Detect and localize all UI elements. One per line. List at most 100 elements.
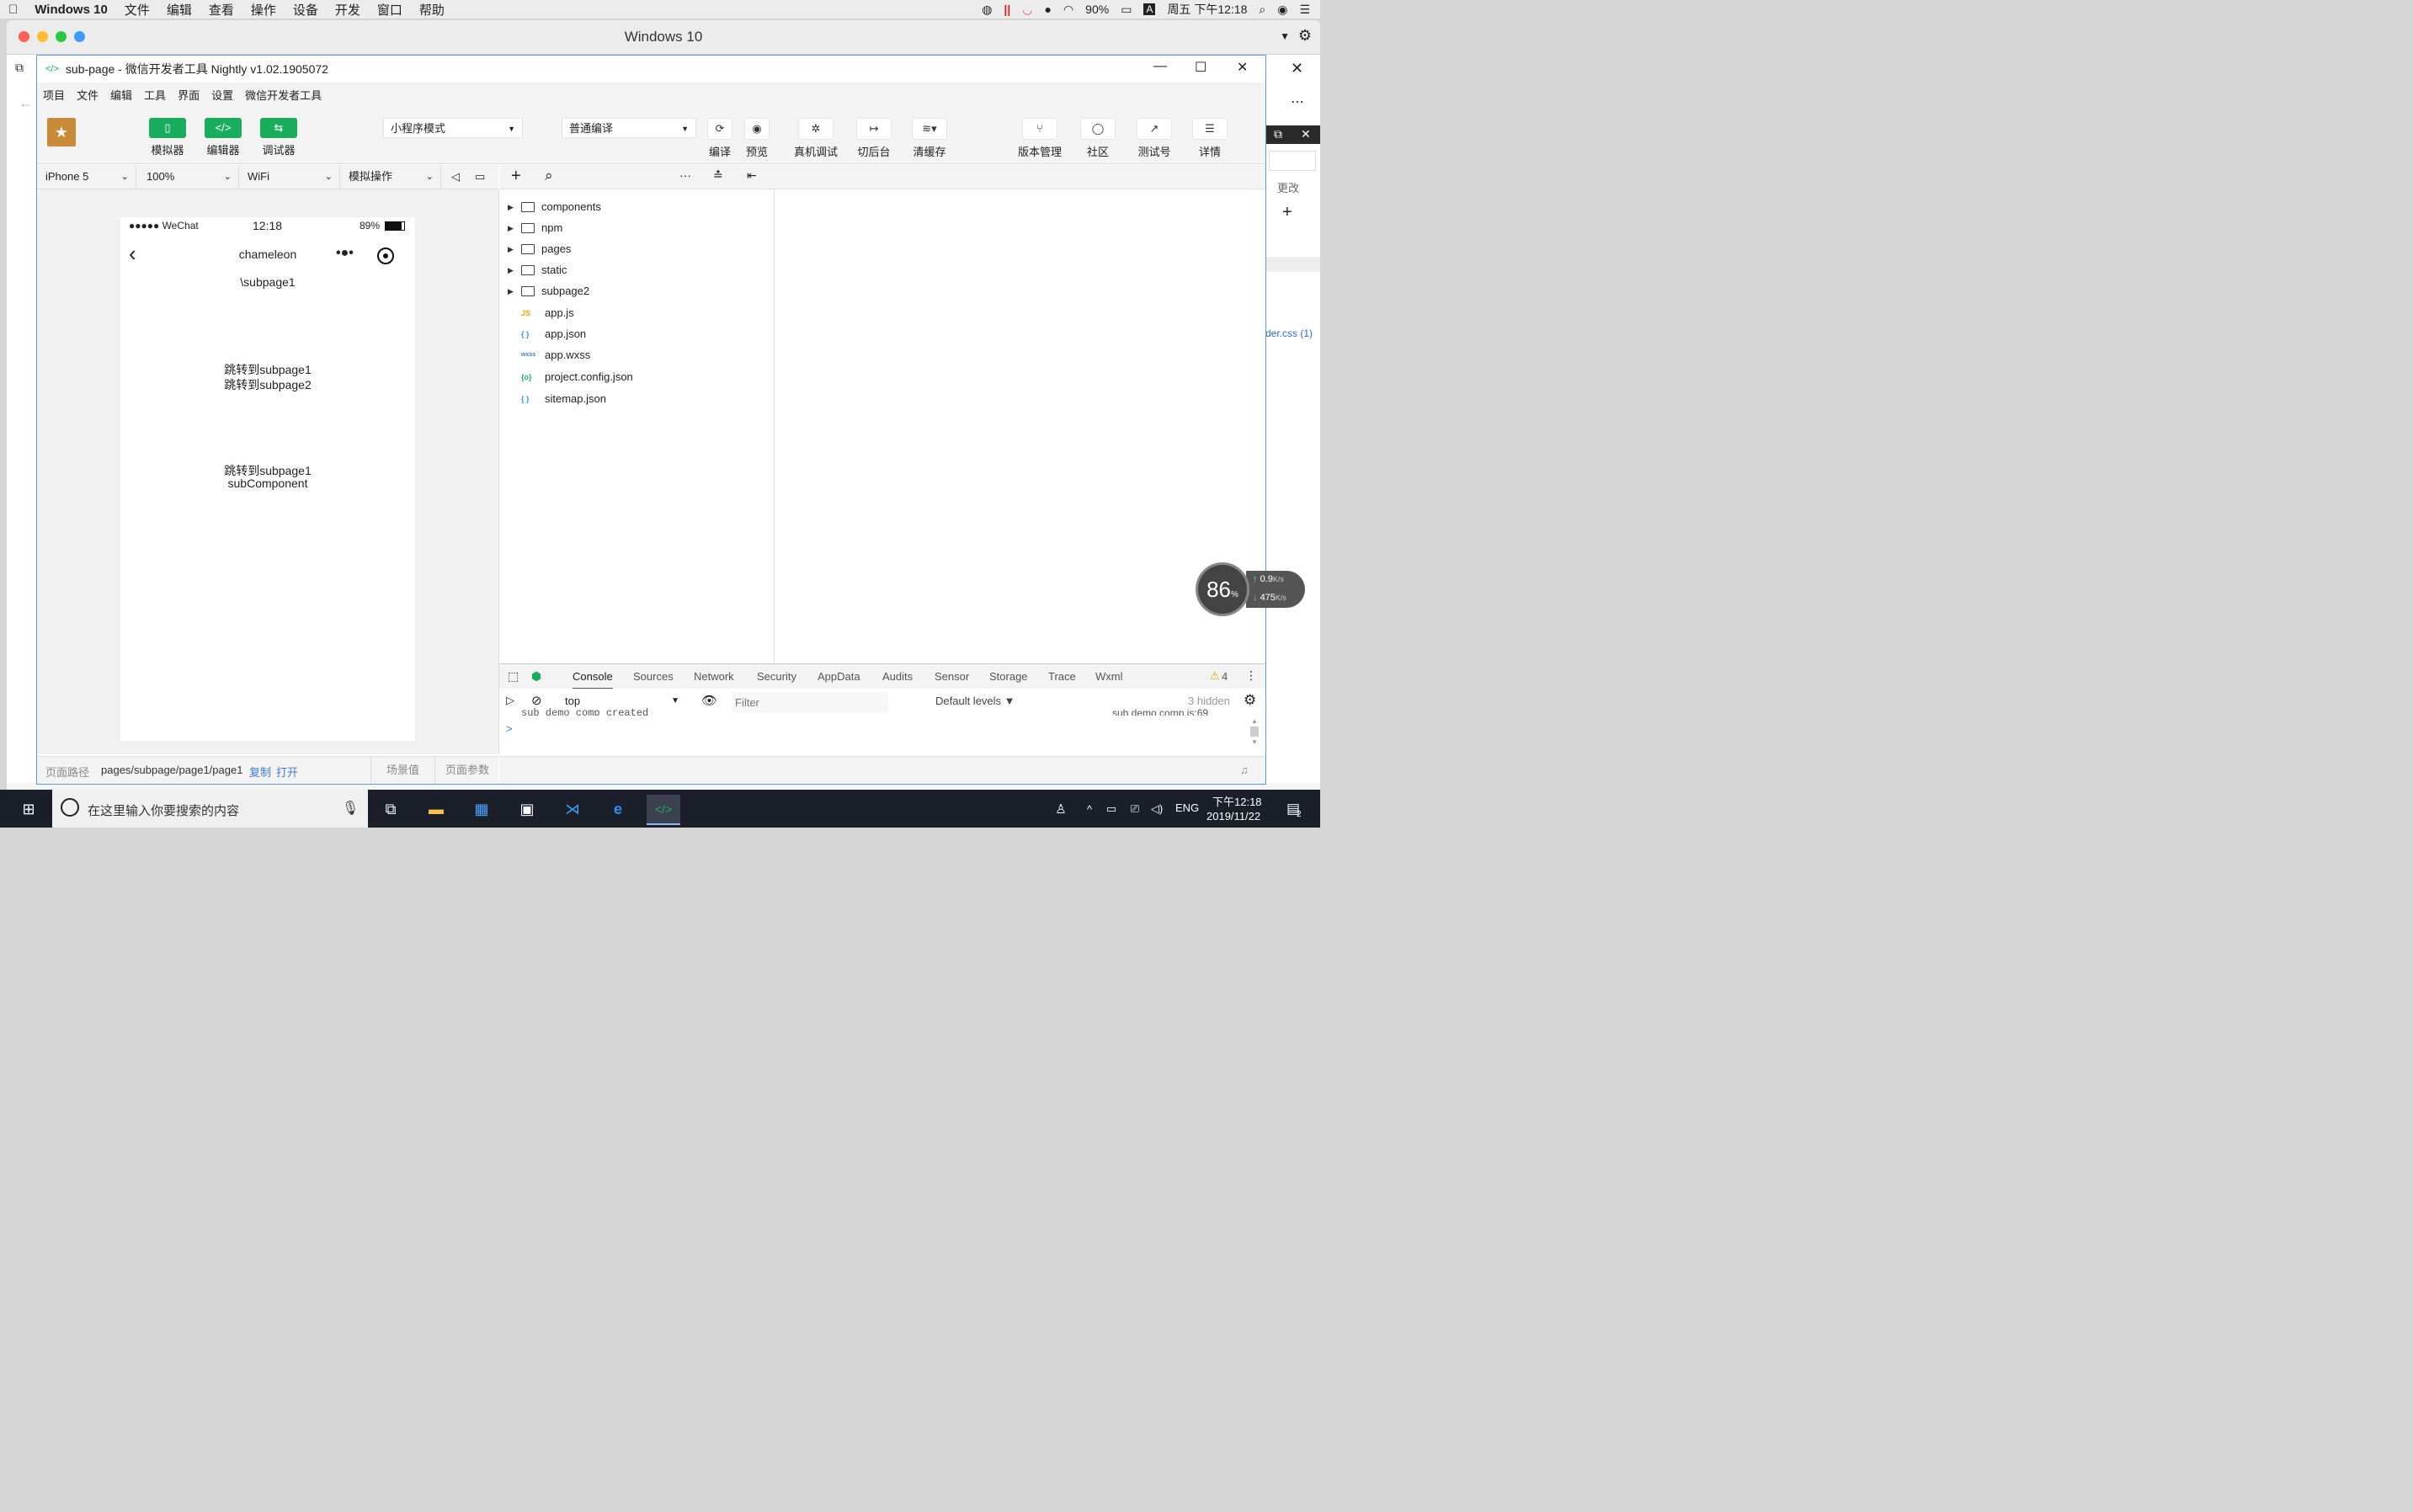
zoom-select[interactable]: 100% ⌄ bbox=[138, 165, 239, 189]
vm-dropdown-icon[interactable]: ▼ bbox=[1280, 30, 1290, 42]
device-select[interactable]: iPhone 5 ⌄ bbox=[37, 165, 136, 189]
log-source-link[interactable]: sub demo comp.js:69 bbox=[1112, 707, 1208, 716]
wechat-status-icon[interactable]: ◍ bbox=[982, 3, 992, 17]
sidebar-toggle-icon[interactable]: ▷ bbox=[506, 694, 514, 707]
compile-button[interactable]: ⟳ 编译 bbox=[701, 118, 738, 159]
tab-sensor[interactable]: Sensor bbox=[935, 664, 969, 689]
battery-icon[interactable]: ▭ bbox=[1121, 3, 1132, 17]
bg-restore-icon[interactable]: ⧉ bbox=[1274, 127, 1282, 141]
filter-input[interactable] bbox=[732, 692, 888, 712]
clear-console-icon[interactable]: ⊘ bbox=[531, 693, 542, 708]
mac-menu-device[interactable]: 设备 bbox=[285, 1, 327, 19]
live-expression-icon[interactable]: 👁 bbox=[701, 693, 717, 708]
mac-menu-action[interactable]: 操作 bbox=[242, 1, 285, 19]
mac-menu-view[interactable]: 查看 bbox=[200, 1, 242, 19]
spotlight-icon[interactable]: ⌕ bbox=[1259, 3, 1265, 17]
task-view-icon[interactable]: ⧉ bbox=[374, 795, 407, 823]
windows-start-icon[interactable]: ⊞ bbox=[12, 795, 45, 823]
speed-widget[interactable]: 86% ↑ 0.9K/s ↓ 475K/s bbox=[1196, 562, 1305, 616]
shield-status-icon[interactable]: ● bbox=[1044, 3, 1051, 16]
tree-folder[interactable]: ▶ pages bbox=[508, 240, 571, 258]
tab-wxml[interactable]: Wxml bbox=[1095, 664, 1123, 689]
menu-project[interactable]: 项目 bbox=[37, 87, 71, 103]
editor-button[interactable]: </> 编辑器 bbox=[205, 118, 242, 157]
mac-menu-help[interactable]: 帮助 bbox=[411, 1, 453, 19]
menu-edit[interactable]: 编辑 bbox=[104, 87, 138, 103]
mac-menu-file[interactable]: 文件 bbox=[116, 1, 158, 19]
vm-settings-icon[interactable]: ⚙ bbox=[1298, 27, 1312, 45]
page-params-button[interactable]: 页面参数 bbox=[434, 757, 499, 784]
app-close-button[interactable]: ✕ bbox=[1237, 59, 1248, 76]
tab-appdata[interactable]: AppData bbox=[818, 664, 860, 689]
taskbar-search[interactable]: 在这里输入你要搜索的内容 🎙 bbox=[52, 790, 368, 828]
tree-folder[interactable]: ▶ components bbox=[508, 198, 601, 216]
apple-icon[interactable]:  bbox=[0, 3, 26, 17]
battery-tray-icon[interactable]: ▭ bbox=[1101, 795, 1121, 823]
app-maximize-button[interactable]: ☐ bbox=[1195, 59, 1206, 76]
bg-x-icon[interactable]: ✕ bbox=[1301, 127, 1311, 141]
edge-icon[interactable]: e bbox=[601, 795, 635, 823]
bg-change-label[interactable]: 更改 bbox=[1277, 179, 1299, 195]
volume-icon[interactable]: ◁ bbox=[443, 165, 468, 189]
network-select[interactable]: WiFi ⌄ bbox=[239, 165, 340, 189]
mac-clock[interactable]: 周五 下午12:18 bbox=[1167, 1, 1247, 18]
levels-select[interactable]: Default levels ▼ bbox=[935, 695, 1015, 707]
console-settings-icon[interactable]: ⚙ bbox=[1244, 692, 1256, 709]
tab-audits[interactable]: Audits bbox=[882, 664, 913, 689]
tab-trace[interactable]: Trace bbox=[1048, 664, 1076, 689]
app-minimize-button[interactable]: — bbox=[1153, 59, 1167, 74]
tree-folder[interactable]: ▶ subpage2 bbox=[508, 282, 589, 301]
tree-file[interactable]: { } app.json bbox=[508, 325, 586, 343]
siri-icon[interactable]: ◉ bbox=[1277, 3, 1287, 17]
mode-select[interactable]: 小程序模式 ▼ bbox=[383, 118, 523, 138]
smile-status-icon[interactable]: ◡ bbox=[1022, 3, 1032, 17]
vscode-icon[interactable]: ⋊ bbox=[556, 795, 589, 823]
community-button[interactable]: ◯ 社区 bbox=[1079, 118, 1116, 159]
tab-security[interactable]: Security bbox=[757, 664, 796, 689]
debugger-button[interactable]: ⇆ 调试器 bbox=[260, 118, 297, 157]
notification-center-icon[interactable]: ☰ bbox=[1299, 3, 1310, 17]
terminal-icon[interactable]: ▣ bbox=[510, 795, 544, 823]
tree-file[interactable]: { } sitemap.json bbox=[508, 390, 606, 408]
menu-file[interactable]: 文件 bbox=[71, 87, 104, 103]
more-options-icon[interactable]: ··· bbox=[679, 168, 691, 182]
tab-console[interactable]: Console bbox=[573, 664, 613, 689]
link-subpage2[interactable]: 跳转到subpage2 bbox=[120, 376, 415, 393]
bg-plus-icon[interactable]: + bbox=[1282, 203, 1292, 222]
store-icon[interactable]: ▦ bbox=[465, 795, 498, 823]
bg-css-link[interactable]: der.css (1) bbox=[1265, 327, 1313, 339]
bg-more-icon[interactable]: ⋯ bbox=[1291, 93, 1304, 110]
scene-button[interactable]: 场景值 bbox=[370, 757, 435, 784]
more-icon[interactable]: •●• bbox=[336, 246, 354, 261]
network-tray-icon[interactable]: ⎚ bbox=[1125, 795, 1145, 823]
mini-program-icon[interactable]: ⬢ bbox=[531, 669, 541, 684]
mac-menu-develop[interactable]: 开发 bbox=[327, 1, 369, 19]
link-subpage1[interactable]: 跳转到subpage1 bbox=[120, 361, 415, 378]
menu-devtools[interactable]: 微信开发者工具 bbox=[239, 87, 328, 103]
preview-button[interactable]: ◉ 预览 bbox=[738, 118, 775, 159]
mac-app-name[interactable]: Windows 10 bbox=[26, 3, 116, 17]
avatar[interactable]: ★ bbox=[47, 118, 76, 146]
bg-close-icon[interactable]: ✕ bbox=[1291, 60, 1303, 77]
back-arrow-icon[interactable]: ← bbox=[19, 94, 34, 112]
bg-input[interactable] bbox=[1269, 151, 1316, 171]
tree-file[interactable]: JS app.js bbox=[508, 304, 574, 322]
language-indicator[interactable]: ENG bbox=[1175, 801, 1199, 814]
tree-file[interactable]: {o} project.config.json bbox=[508, 368, 633, 386]
rotate-icon[interactable]: ▭ bbox=[466, 165, 497, 189]
tab-sources[interactable]: Sources bbox=[633, 664, 674, 689]
test-account-button[interactable]: ↗ 测试号 bbox=[1133, 118, 1175, 159]
copy-path-link[interactable]: 复制 bbox=[249, 764, 271, 780]
compile-mode-select[interactable]: 普通编译 ▼ bbox=[562, 118, 696, 138]
wechat-devtools-taskbar-icon[interactable]: </> bbox=[647, 795, 680, 825]
menu-settings[interactable]: 设置 bbox=[205, 87, 239, 103]
tree-folder[interactable]: ▶ static bbox=[508, 261, 567, 280]
add-file-icon[interactable]: + bbox=[511, 167, 521, 186]
taskbar-time[interactable]: 下午12:18 bbox=[1212, 793, 1262, 809]
tab-storage[interactable]: Storage bbox=[989, 664, 1028, 689]
bell-icon[interactable]: ♫ bbox=[1240, 764, 1249, 776]
console-scrollbar[interactable]: ▲ ▼ bbox=[1250, 717, 1259, 751]
copy-icon[interactable]: ⧉ bbox=[15, 61, 24, 75]
menu-interface[interactable]: 界面 bbox=[172, 87, 205, 103]
file-explorer-icon[interactable]: ▬ bbox=[419, 795, 453, 823]
